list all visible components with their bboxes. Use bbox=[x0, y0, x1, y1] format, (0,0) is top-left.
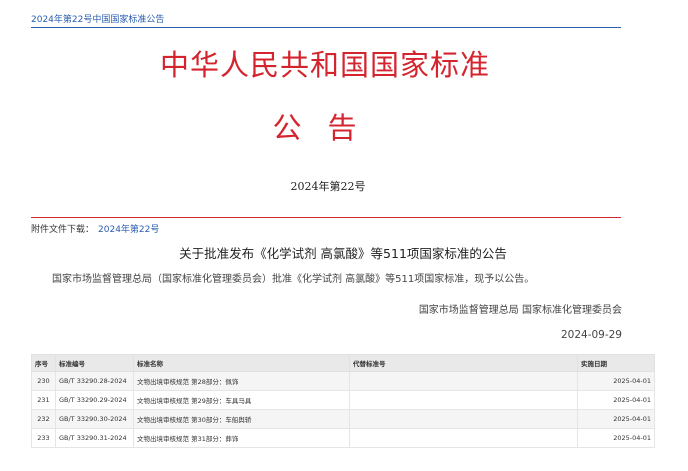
announcement-headline: 关于批准发布《化学试剂 高氯酸》等511项国家标准的公告 bbox=[179, 246, 507, 261]
breadcrumb-divider bbox=[31, 27, 621, 28]
table-row: 230 GB/T 33290.28-2024 文物出境审核规范 第28部分：佩饰… bbox=[31, 371, 655, 391]
cell-name-link[interactable]: 文物出境审核规范 第31部分：葬饰 bbox=[133, 428, 350, 448]
notice-title: 公告 bbox=[272, 111, 383, 145]
announcement-signer: 国家市场监督管理总局 国家标准化管理委员会 bbox=[418, 305, 622, 316]
cell-replaces bbox=[349, 428, 578, 448]
breadcrumb[interactable]: 2024年第22号中国国家标准公告 bbox=[31, 12, 164, 25]
cell-seq: 231 bbox=[31, 390, 56, 410]
col-header-seq: 序号 bbox=[31, 354, 56, 372]
col-header-effective-date: 实施日期 bbox=[577, 354, 655, 372]
cell-code: GB/T 33290.31-2024 bbox=[55, 428, 134, 448]
cell-seq: 232 bbox=[31, 409, 56, 429]
attachment-row: 附件文件下载： 2024年第22号 bbox=[31, 222, 159, 235]
attachment-download-link[interactable]: 2024年第22号 bbox=[98, 225, 159, 235]
cell-name-link[interactable]: 文物出境审核规范 第30部分：车船舆轿 bbox=[133, 409, 350, 429]
cell-effective-date: 2025-04-01 bbox=[577, 409, 655, 429]
col-header-replaces: 代替标准号 bbox=[349, 354, 578, 372]
col-header-code: 标准编号 bbox=[55, 354, 134, 372]
red-divider bbox=[31, 217, 621, 218]
cell-name-link[interactable]: 文物出境审核规范 第28部分：佩饰 bbox=[133, 371, 350, 391]
attachment-label: 附件文件下载： bbox=[31, 225, 95, 235]
cell-effective-date: 2025-04-01 bbox=[577, 428, 655, 448]
cell-code: GB/T 33290.29-2024 bbox=[55, 390, 134, 410]
standards-table: 序号 标准编号 标准名称 代替标准号 实施日期 230 GB/T 33290.2… bbox=[31, 354, 655, 448]
cell-replaces bbox=[349, 409, 578, 429]
cell-seq: 230 bbox=[31, 371, 56, 391]
cell-seq: 233 bbox=[31, 428, 56, 448]
cell-code: GB/T 33290.30-2024 bbox=[55, 409, 134, 429]
cell-effective-date: 2025-04-01 bbox=[577, 371, 655, 391]
cell-replaces bbox=[349, 371, 578, 391]
announcement-date: 2024-09-29 bbox=[560, 329, 622, 341]
issue-number: 2024年第22号 bbox=[290, 180, 366, 193]
cell-name-link[interactable]: 文物出境审核规范 第29部分：车具马具 bbox=[133, 390, 350, 410]
cell-replaces bbox=[349, 390, 578, 410]
cell-effective-date: 2025-04-01 bbox=[577, 390, 655, 410]
announcement-body: 国家市场监督管理总局（国家标准化管理委员会）批准《化学试剂 高氯酸》等511项国… bbox=[52, 274, 535, 285]
table-row: 231 GB/T 33290.29-2024 文物出境审核规范 第29部分：车具… bbox=[31, 390, 655, 410]
page-title: 中华人民共和国国家标准 bbox=[159, 48, 490, 82]
table-row: 233 GB/T 33290.31-2024 文物出境审核规范 第31部分：葬饰… bbox=[31, 428, 655, 448]
table-header-row: 序号 标准编号 标准名称 代替标准号 实施日期 bbox=[31, 354, 655, 372]
cell-code: GB/T 33290.28-2024 bbox=[55, 371, 134, 391]
col-header-name: 标准名称 bbox=[133, 354, 350, 372]
table-row: 232 GB/T 33290.30-2024 文物出境审核规范 第30部分：车船… bbox=[31, 409, 655, 429]
